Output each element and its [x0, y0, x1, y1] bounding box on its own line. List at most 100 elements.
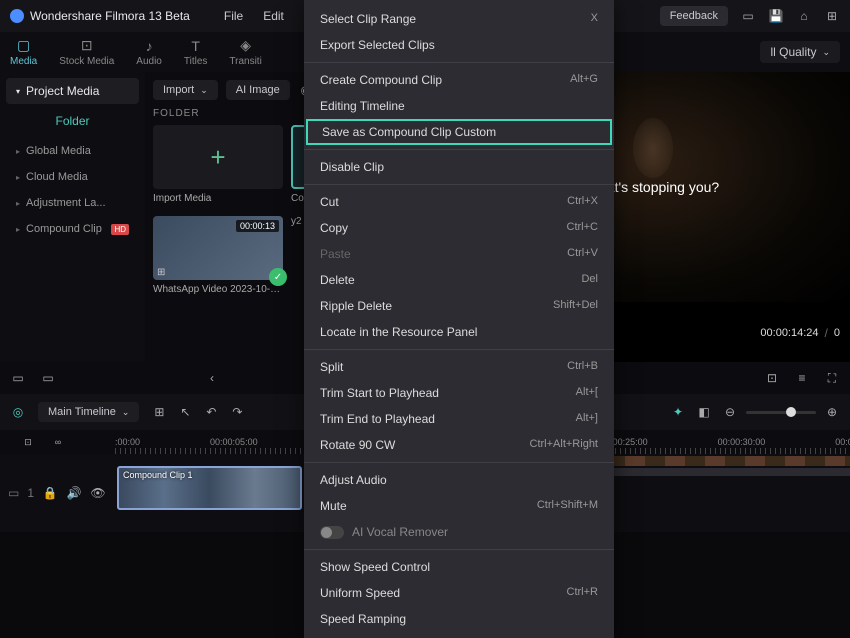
- ctx-trim-end-to-playhead[interactable]: Trim End to PlayheadAlt+]: [304, 406, 614, 432]
- save-icon[interactable]: 💾: [768, 8, 784, 24]
- video-track-header[interactable]: ▭1 🔒 🔊 👁: [0, 454, 115, 532]
- ctx-paste: PasteCtrl+V: [304, 241, 614, 267]
- tree-adjustment-layer[interactable]: ▸Adjustment La...: [6, 190, 139, 216]
- zoom-slider[interactable]: ⊖ ⊕: [722, 404, 840, 420]
- layers-icon: ⊞: [157, 267, 165, 278]
- logo-icon: [10, 9, 24, 23]
- media-clip-thumb[interactable]: 00:00:13 ✓ ⊞ WhatsApp Video 2023-10-05..…: [153, 216, 283, 295]
- ctx-uniform-speed[interactable]: Uniform SpeedCtrl+R: [304, 580, 614, 606]
- tree-global-media[interactable]: ▸Global Media: [6, 138, 139, 164]
- timecode-total: 0: [834, 327, 840, 339]
- track-headers: ▭1 🔒 🔊 👁: [0, 454, 115, 532]
- ctx-locate-in-the-resource-panel[interactable]: Locate in the Resource Panel: [304, 319, 614, 345]
- ctx-editing-timeline[interactable]: Editing Timeline: [304, 93, 614, 119]
- ctx-select-clip-range[interactable]: Select Clip RangeX: [304, 6, 614, 32]
- shortcut-label: Ctrl+B: [567, 360, 598, 374]
- folder-icon[interactable]: ▭: [10, 370, 26, 386]
- preview-content: [633, 118, 673, 178]
- monitor-icon[interactable]: ▭: [740, 8, 756, 24]
- project-panel: ▾ Project Media Folder ▸Global Media ▸Cl…: [0, 72, 145, 362]
- shortcut-label: Alt+G: [570, 73, 598, 87]
- ctx-save-as-compound-clip-custom[interactable]: Save as Compound Clip Custom: [306, 119, 612, 145]
- ctx-export-selected-clips[interactable]: Export Selected Clips: [304, 32, 614, 58]
- context-separator: [304, 349, 614, 350]
- tree-cloud-media[interactable]: ▸Cloud Media: [6, 164, 139, 190]
- ctx-cut[interactable]: CutCtrl+X: [304, 189, 614, 215]
- chevron-right-icon: ▸: [16, 225, 20, 234]
- context-separator: [304, 462, 614, 463]
- shortcut-label: Ctrl+R: [567, 586, 598, 600]
- grid-icon[interactable]: ⊞: [824, 8, 840, 24]
- shortcut-label: X: [591, 12, 598, 26]
- timeline-clip[interactable]: Compound Clip 1: [117, 466, 302, 510]
- tab-stock-media[interactable]: ⊡Stock Media: [59, 37, 114, 67]
- menu-edit[interactable]: Edit: [263, 9, 284, 23]
- shortcut-label: Ctrl+Shift+M: [537, 499, 598, 513]
- ctx-adjust-audio[interactable]: Adjust Audio: [304, 467, 614, 493]
- check-icon: ✓: [269, 268, 287, 286]
- slider-track[interactable]: [746, 411, 816, 414]
- collapse-icon[interactable]: ‹: [204, 370, 220, 386]
- cursor-icon[interactable]: ↖: [177, 404, 193, 420]
- ctx-ai-vocal-remover[interactable]: AI Vocal Remover: [304, 519, 614, 545]
- ctx-mute[interactable]: MuteCtrl+Shift+M: [304, 493, 614, 519]
- ctx-delete[interactable]: DeleteDel: [304, 267, 614, 293]
- snapshot-icon[interactable]: ⊡: [764, 370, 780, 386]
- shortcut-label: Ctrl+C: [567, 221, 598, 235]
- app-title: Wondershare Filmora 13 Beta: [30, 9, 190, 23]
- folder2-icon[interactable]: ▭: [40, 370, 56, 386]
- fullscreen-icon[interactable]: ⛶: [824, 370, 840, 386]
- import-dropdown[interactable]: Import⌄: [153, 80, 218, 100]
- markers-icon[interactable]: ≡: [794, 370, 810, 386]
- chevron-down-icon: ⌄: [200, 85, 208, 96]
- chevron-down-icon: ⌄: [122, 407, 130, 418]
- cloud-icon[interactable]: ⌂: [796, 8, 812, 24]
- ai-image-button[interactable]: AI Image: [226, 80, 290, 100]
- ctx-trim-start-to-playhead[interactable]: Trim Start to PlayheadAlt+[: [304, 380, 614, 406]
- apps-icon[interactable]: ⊞: [151, 404, 167, 420]
- video-icon: ▭: [8, 486, 19, 500]
- stock-icon: ⊡: [81, 37, 93, 54]
- target-icon[interactable]: ◎: [10, 404, 26, 420]
- lock-icon[interactable]: 🔒: [42, 485, 58, 501]
- hd-badge: HD: [111, 224, 129, 235]
- titles-icon: T: [191, 38, 200, 54]
- tab-audio[interactable]: ♪Audio: [136, 38, 162, 67]
- ctx-speed-ramping[interactable]: Speed Ramping: [304, 606, 614, 632]
- ctx-disable-clip[interactable]: Disable Clip: [304, 154, 614, 180]
- import-media-tile[interactable]: + Import Media: [153, 125, 283, 204]
- tab-titles[interactable]: TTitles: [184, 38, 208, 67]
- toggle-switch[interactable]: [320, 526, 344, 539]
- undo-icon[interactable]: ↶: [203, 404, 219, 420]
- ctx-copy[interactable]: CopyCtrl+C: [304, 215, 614, 241]
- shortcut-label: Alt+]: [576, 412, 598, 426]
- quality-dropdown[interactable]: ll Quality ⌄: [760, 41, 840, 63]
- menu-file[interactable]: File: [224, 9, 243, 23]
- ctx-show-speed-control[interactable]: Show Speed Control: [304, 554, 614, 580]
- slider-knob[interactable]: [786, 407, 796, 417]
- ctx-rotate-90-cw[interactable]: Rotate 90 CWCtrl+Alt+Right: [304, 432, 614, 458]
- ctx-create-compound-clip[interactable]: Create Compound ClipAlt+G: [304, 67, 614, 93]
- ctx-split[interactable]: SplitCtrl+B: [304, 354, 614, 380]
- zoom-in-icon[interactable]: ⊕: [824, 404, 840, 420]
- chevron-down-icon: ▾: [16, 87, 20, 96]
- tab-media[interactable]: ▢Media: [10, 37, 37, 67]
- redo-icon[interactable]: ↷: [229, 404, 245, 420]
- crop-icon[interactable]: ◧: [696, 404, 712, 420]
- feedback-button[interactable]: Feedback: [660, 6, 728, 26]
- plus-icon: +: [210, 142, 225, 173]
- tree-compound-clip[interactable]: ▸Compound ClipHD: [6, 216, 139, 242]
- ctx-ripple-delete[interactable]: Ripple DeleteShift+Del: [304, 293, 614, 319]
- timeline-dropdown[interactable]: Main Timeline⌄: [38, 402, 139, 422]
- tab-transitions[interactable]: ◈Transiti: [229, 37, 261, 67]
- folder-label[interactable]: Folder: [6, 104, 139, 138]
- mute-icon[interactable]: 🔊: [66, 485, 82, 501]
- context-separator: [304, 549, 614, 550]
- effects-icon[interactable]: ✦: [670, 404, 686, 420]
- zoom-out-icon[interactable]: ⊖: [722, 404, 738, 420]
- link2-icon[interactable]: ∞: [50, 434, 66, 450]
- project-media-header[interactable]: ▾ Project Media: [6, 78, 139, 104]
- context-separator: [304, 62, 614, 63]
- eye-icon[interactable]: 👁: [90, 485, 106, 501]
- link-icon[interactable]: ⊡: [20, 434, 36, 450]
